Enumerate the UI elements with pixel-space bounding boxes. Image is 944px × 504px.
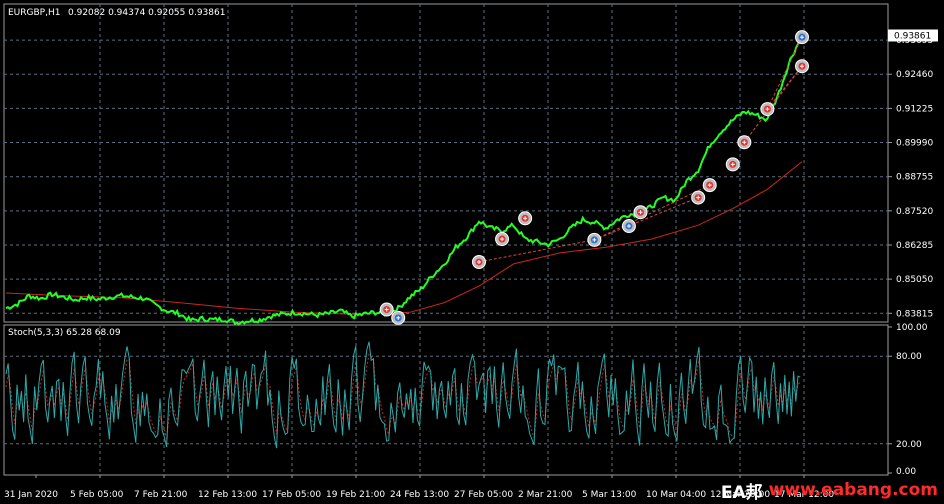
sell-marker-icon[interactable] [760,102,775,117]
sell-marker-icon[interactable] [495,232,510,247]
sell-marker-icon[interactable] [518,211,533,226]
time-label: 2 Mar 21:00 [518,490,573,500]
time-label: 24 Feb 13:00 [390,490,449,500]
price-label: 0.86285 [896,241,933,251]
time-label: 7 Feb 21:00 [134,490,188,500]
time-label: 17 Feb 05:00 [262,490,321,500]
price-label: 0.89990 [896,139,933,149]
stoch-label: 100.00 [896,323,928,333]
watermark-site: www.eabang.com [768,480,938,500]
chart-window[interactable]: EURGBP,H1 0.92082 0.94374 0.92055 0.9386… [0,0,944,504]
price-label: 0.85050 [896,275,933,285]
price-axis[interactable]: 0.936950.924600.912250.899900.887550.875… [888,29,938,319]
svg-text:0.93861: 0.93861 [894,31,931,41]
background [0,0,944,504]
price-label: 0.91225 [896,104,933,114]
watermark: EA邦 www.eabang.com [720,478,938,503]
time-label: 31 Jan 2020 [4,490,58,500]
ohlc-values: 0.92082 0.94374 0.92055 0.93861 [68,8,225,18]
sell-marker-icon[interactable] [795,59,809,74]
sell-marker-icon[interactable] [379,302,394,317]
stoch-label: 80.00 [896,352,922,362]
time-label: 10 Mar 04:00 [646,490,706,500]
time-label: 12 Feb 13:00 [198,490,257,500]
time-label: 5 Feb 05:00 [70,490,124,500]
buy-marker-icon[interactable] [621,219,636,234]
sell-marker-icon[interactable] [737,135,752,150]
stochastic-label: Stoch(5,3,3) 65.28 68.09 [8,328,121,338]
buy-marker-icon[interactable] [587,232,602,247]
sell-marker-icon[interactable] [471,254,486,269]
sell-marker-icon[interactable] [702,178,717,193]
buy-marker-icon[interactable] [391,310,406,325]
stoch-label: 0.00 [896,467,916,477]
current-price-label: 0.93861 [888,29,938,42]
watermark-brand: EA邦 [720,482,763,503]
sell-marker-icon[interactable] [691,190,706,205]
price-label: 0.87520 [896,207,933,217]
symbol-label: EURGBP,H1 [8,8,60,18]
time-label: 27 Feb 05:00 [454,490,513,500]
price-label: 0.88755 [896,173,933,183]
sell-marker-icon[interactable] [725,157,740,172]
buy-marker-icon[interactable] [795,30,809,45]
time-label: 19 Feb 21:00 [326,490,385,500]
price-label: 0.92460 [896,70,933,80]
sell-marker-icon[interactable] [633,205,648,220]
time-label: 5 Mar 13:00 [582,490,637,500]
price-label: 0.83815 [896,309,933,319]
stoch-label: 20.00 [896,440,922,450]
